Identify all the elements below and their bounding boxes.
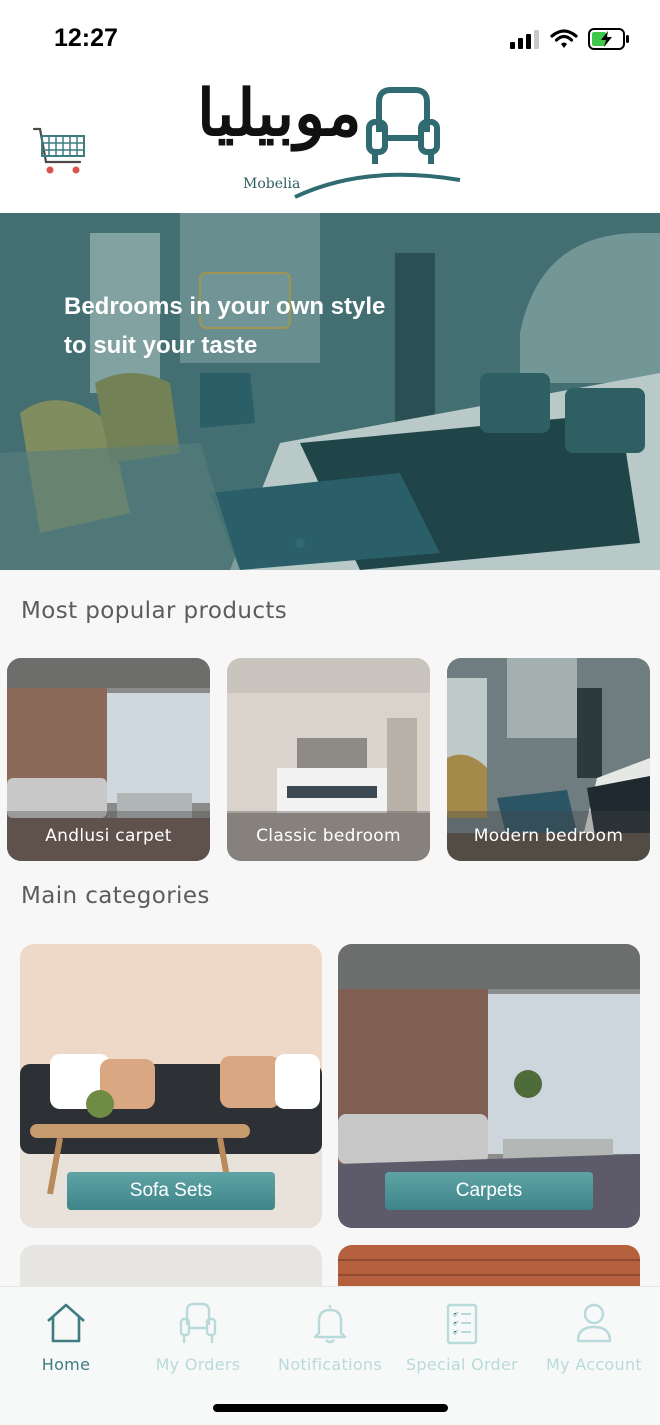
- app-header: موبيليا Mobelia: [0, 72, 660, 213]
- tab-label: Home: [41, 1355, 91, 1374]
- category-button-sofa-sets[interactable]: Sofa Sets: [67, 1172, 275, 1210]
- tab-my-orders[interactable]: My Orders: [132, 1297, 264, 1374]
- hero-overlay: [0, 213, 660, 570]
- home-indicator: [213, 1404, 448, 1412]
- wifi-icon: [550, 29, 578, 48]
- popular-card-label: Classic bedroom: [256, 826, 401, 846]
- brand-logo: موبيليا Mobelia: [195, 72, 465, 202]
- tab-my-account[interactable]: My Account: [528, 1297, 660, 1374]
- tab-special-order[interactable]: Special Order: [396, 1297, 528, 1374]
- popular-card-andlusi-carpet[interactable]: Andlusi carpet: [7, 658, 210, 861]
- clipboard-icon: [446, 1303, 478, 1345]
- carousel-dot: [295, 538, 305, 548]
- tab-label: Special Order: [405, 1355, 519, 1374]
- screen: 12:27 موبيليا Mobelia Bedrooms in your o…: [0, 0, 660, 1425]
- tab-notifications[interactable]: Notifications: [264, 1297, 396, 1374]
- logo-english-text: Mobelia: [243, 176, 301, 192]
- hero-banner[interactable]: Bedrooms in your own style to suit your …: [0, 213, 660, 570]
- tab-label: My Account: [546, 1355, 642, 1374]
- popular-card-label: Modern bedroom: [473, 826, 624, 846]
- status-icons: [510, 28, 630, 50]
- popular-card-classic-bedroom[interactable]: Classic bedroom: [227, 658, 430, 861]
- hero-headline-line2: to suit your taste: [64, 332, 258, 359]
- bell-icon: [313, 1305, 347, 1344]
- hero-headline-line1: Bedrooms in your own style: [64, 293, 386, 320]
- battery-charging-icon: [588, 28, 629, 50]
- popular-card-label: Andlusi carpet: [45, 826, 172, 846]
- popular-card-modern-bedroom[interactable]: Modern bedroom: [447, 658, 650, 861]
- status-bar: 12:27: [0, 0, 660, 72]
- hero-headline: Bedrooms in your own style to suit your …: [64, 287, 444, 365]
- category-button-carpets[interactable]: Carpets: [385, 1172, 593, 1210]
- cellular-signal-icon: [510, 30, 539, 49]
- shopping-cart-icon[interactable]: [32, 126, 88, 178]
- categories-section-title: Main categories: [21, 883, 210, 909]
- popular-products-list: Andlusi carpet Classic bedroom Modern be…: [7, 658, 657, 861]
- category-card-carpets[interactable]: Carpets: [338, 944, 640, 1228]
- category-card-sofa-sets[interactable]: Sofa Sets: [20, 944, 322, 1228]
- home-icon: [47, 1303, 85, 1343]
- tab-label: Notifications: [277, 1355, 383, 1374]
- armchair-icon: [179, 1302, 217, 1343]
- tab-home[interactable]: Home: [0, 1297, 132, 1374]
- status-time: 12:27: [54, 24, 118, 52]
- popular-section-title: Most popular products: [21, 598, 288, 624]
- tab-label: My Orders: [155, 1355, 241, 1374]
- user-icon: [576, 1303, 612, 1343]
- logo-swoosh: [294, 172, 461, 199]
